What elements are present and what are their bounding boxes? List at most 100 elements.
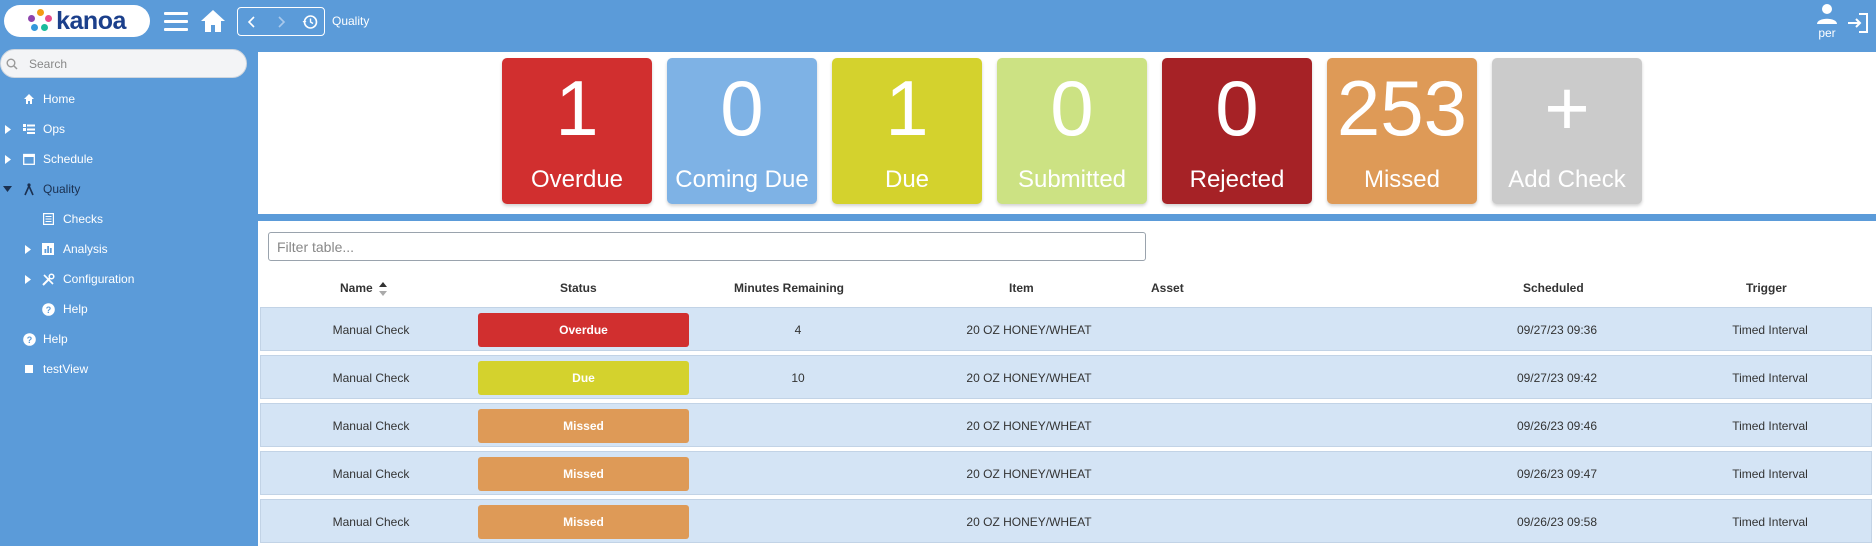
cell-scheduled: 09/26/23 09:46: [1516, 419, 1598, 433]
cell-item: 20 OZ HONEY/WHEAT: [966, 323, 1092, 337]
sidebar-item-help[interactable]: ? Help: [0, 324, 256, 354]
cell-name: Manual Check: [332, 323, 410, 337]
tile-count: 0: [1050, 64, 1094, 152]
tile-count: 0: [720, 64, 764, 152]
sidebar-item-label: Quality: [43, 182, 81, 196]
table-row[interactable]: Manual Check Missed 20 OZ HONEY/WHEAT 09/26…: [260, 451, 1872, 495]
column-header-minutes-remaining[interactable]: Minutes Remaining: [734, 281, 844, 295]
home-icon[interactable]: [199, 8, 227, 34]
cell-name: Manual Check: [332, 467, 410, 481]
table-row[interactable]: Manual Check Missed 20 OZ HONEY/WHEAT 09/26…: [260, 499, 1872, 543]
cell-minutes-remaining: 4: [794, 323, 802, 337]
back-icon[interactable]: [238, 8, 267, 35]
sidebar-item-schedule[interactable]: Schedule: [0, 144, 256, 174]
submitted-tile[interactable]: 0 Submitted: [997, 58, 1147, 204]
cell-name: Manual Check: [332, 371, 410, 385]
help-icon: ?: [41, 302, 55, 316]
cell-item: 20 OZ HONEY/WHEAT: [966, 467, 1092, 481]
column-header-trigger[interactable]: Trigger: [1746, 281, 1787, 295]
status-tiles-panel: 1 Overdue 0 Coming Due 1 Due 0 Submitted…: [258, 52, 1876, 214]
chevron-right-icon[interactable]: [3, 154, 13, 164]
add-check-tile[interactable]: + Add Check: [1492, 58, 1642, 204]
column-header-asset[interactable]: Asset: [1151, 281, 1184, 295]
kanoa-logo[interactable]: kanoa: [4, 5, 150, 37]
filter-table-input[interactable]: [268, 232, 1146, 261]
column-header-label: Name: [340, 281, 373, 296]
sidebar-item-testview[interactable]: testView: [0, 354, 256, 384]
status-badge: Overdue: [478, 313, 689, 347]
tools-icon: [41, 272, 55, 286]
cell-scheduled: 09/26/23 09:47: [1516, 467, 1598, 481]
user-menu[interactable]: per: [1812, 3, 1842, 40]
user-icon: [1817, 4, 1837, 24]
svg-text:?: ?: [45, 305, 51, 315]
sidebar-item-quality[interactable]: Quality: [0, 174, 256, 204]
navigation-controls: [237, 7, 325, 36]
table-row[interactable]: Manual Check Due 10 20 OZ HONEY/WHEAT 09/27/…: [260, 355, 1872, 399]
plus-icon: +: [1544, 64, 1590, 152]
overdue-tile[interactable]: 1 Overdue: [502, 58, 652, 204]
cell-trigger: Timed Interval: [1732, 467, 1808, 481]
cell-trigger: Timed Interval: [1732, 371, 1808, 385]
logout-icon[interactable]: [1846, 12, 1870, 34]
cell-item: 20 OZ HONEY/WHEAT: [966, 515, 1092, 529]
chevron-right-icon[interactable]: [23, 244, 33, 254]
tile-count: 0: [1215, 64, 1259, 152]
coming-due-tile[interactable]: 0 Coming Due: [667, 58, 817, 204]
tile-label: Due: [884, 166, 930, 193]
sidebar-item-label: Home: [43, 92, 76, 106]
logo-text: kanoa: [56, 6, 126, 35]
home-icon: [22, 92, 36, 106]
sidebar-item-label: testView: [43, 362, 89, 376]
square-icon: [22, 362, 36, 376]
help-icon: ?: [22, 332, 36, 346]
chevron-down-icon[interactable]: [2, 184, 12, 194]
sidebar-item-label: Configuration: [63, 272, 135, 286]
chart-icon: [41, 242, 55, 256]
missed-tile[interactable]: 253 Missed: [1327, 58, 1477, 204]
sidebar-item-quality-help[interactable]: ? Help: [0, 294, 256, 324]
column-header-name[interactable]: Name: [340, 281, 388, 297]
cell-item: 20 OZ HONEY/WHEAT: [966, 371, 1092, 385]
tile-count: 1: [555, 64, 599, 152]
sidebar-nav: Home Ops Schedule Quality Checks Analysi…: [0, 84, 256, 384]
cell-scheduled: 09/26/23 09:58: [1516, 515, 1598, 529]
svg-text:?: ?: [26, 335, 32, 345]
cell-scheduled: 09/27/23 09:36: [1516, 323, 1598, 337]
sidebar-item-analysis[interactable]: Analysis: [0, 234, 256, 264]
due-tile[interactable]: 1 Due: [832, 58, 982, 204]
checks-table-panel: Name Status Minutes Remaining Item Asset…: [258, 221, 1876, 546]
sidebar-item-label: Help: [63, 302, 88, 316]
document-icon: [41, 212, 55, 226]
sidebar-item-checks[interactable]: Checks: [0, 204, 256, 234]
forward-icon[interactable]: [267, 8, 296, 35]
breadcrumb: Quality: [332, 14, 370, 28]
status-badge: Due: [478, 361, 689, 395]
chevron-right-icon[interactable]: [3, 124, 13, 134]
cell-minutes-remaining: 10: [791, 371, 805, 385]
calendar-icon: [22, 152, 36, 166]
list-icon: [22, 122, 36, 136]
status-badge: Missed: [478, 409, 689, 443]
column-header-status[interactable]: Status: [560, 281, 597, 295]
sidebar-item-home[interactable]: Home: [0, 84, 256, 114]
history-icon[interactable]: [295, 8, 324, 35]
tile-label: Missed: [1363, 166, 1441, 193]
table-row[interactable]: Manual Check Missed 20 OZ HONEY/WHEAT 09/26…: [260, 403, 1872, 447]
sidebar-search: [0, 49, 247, 78]
table-row[interactable]: Manual Check Overdue 4 20 OZ HONEY/WHEAT 09/…: [260, 307, 1872, 351]
chevron-right-icon[interactable]: [23, 274, 33, 284]
tile-count: 253: [1336, 64, 1468, 152]
menu-icon[interactable]: [164, 12, 188, 32]
column-header-scheduled[interactable]: Scheduled: [1523, 281, 1584, 295]
sidebar-item-configuration[interactable]: Configuration: [0, 264, 256, 294]
sidebar-item-label: Checks: [63, 212, 104, 226]
column-header-item[interactable]: Item: [1009, 281, 1034, 295]
tile-label: Rejected: [1189, 166, 1285, 193]
sidebar: Home Ops Schedule: [0, 44, 256, 546]
search-input[interactable]: [23, 55, 231, 72]
tile-label: Add Check: [1508, 166, 1626, 193]
sort-icon[interactable]: [378, 281, 388, 297]
sidebar-item-ops[interactable]: Ops: [0, 114, 256, 144]
rejected-tile[interactable]: 0 Rejected: [1162, 58, 1312, 204]
